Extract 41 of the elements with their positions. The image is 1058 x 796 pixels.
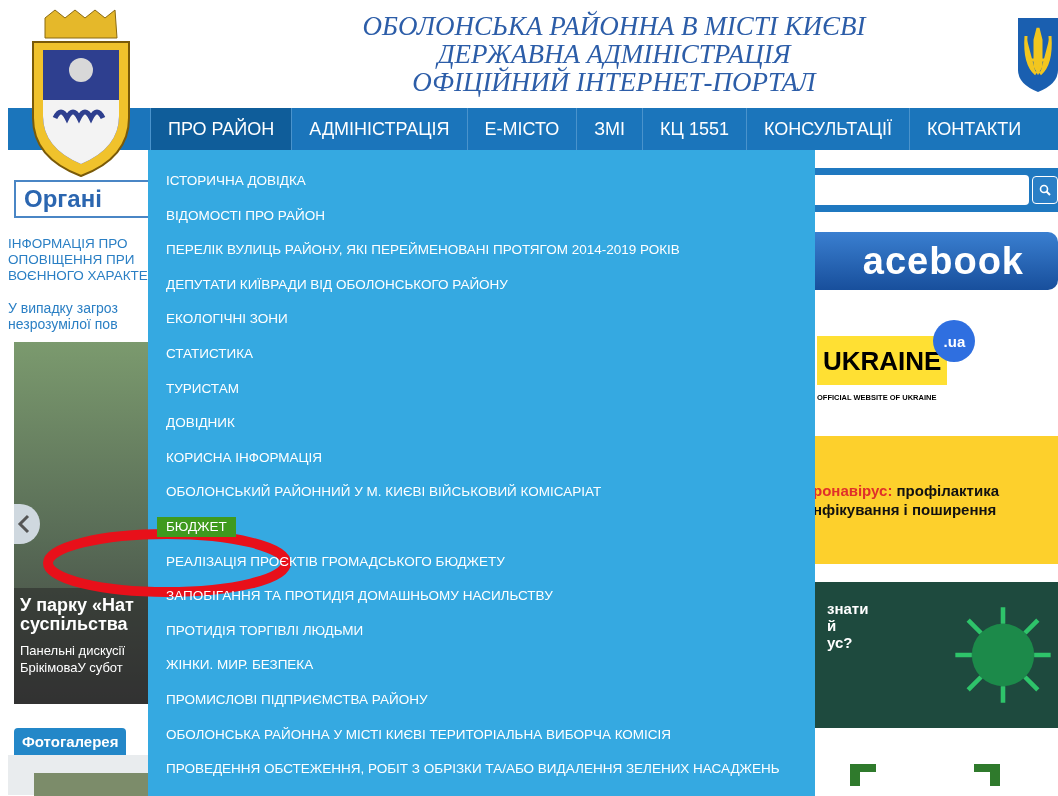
slide-text: БрікімоваУ субот [20,659,124,676]
gallery-tab[interactable]: Фотогалерея [14,728,127,755]
dropdown-item[interactable]: ОБОЛОНСЬКИЙ РАЙОННИЙ У М. КИЄВІ ВІЙСЬКОВИЙ КОМІСАРІАТ [157,482,611,503]
news-slide-photo[interactable]: У парку «Нат суспільства Панельні дискусії БрікімоваУ субот [14,342,148,704]
facebook-logo-text: acebook [862,239,1024,283]
info-link-text[interactable]: ОПОВІЩЕННЯ ПРИ [8,252,148,268]
notice-text: У випадку загроз [8,300,119,316]
site-title: ОФІЦІЙНИЙ ІНТЕРНЕТ-ПОРТАЛ [411,68,818,96]
dropdown-item[interactable]: ПРОВЕДЕННЯ ОБСТЕЖЕННЯ, РОБІТ З ОБРІЗКИ ТА/АБО ВИДАЛЕННЯ ЗЕЛЕНИХ НАСАДЖЕНЬ [157,759,789,780]
info-link-text[interactable]: ІНФОРМАЦІЯ ПРО [8,236,148,252]
bracket-logo-icon [850,764,1000,786]
search-button[interactable] [1032,176,1058,204]
info-link-text[interactable]: ВОЄННОГО ХАРАКТЕ [8,268,148,284]
dropdown-item[interactable]: ПЕРЕЛІК ВУЛИЦЬ РАЙОНУ, ЯКІ ПЕРЕЙМЕНОВАНІ ПРОТЯГОМ 2014-2019 РОКІВ [157,240,689,261]
site-title: ОБОЛОНСЬКА РАЙОННА В МІСТІ КИЄВІ [361,12,868,40]
banner-headline: знати [827,600,869,617]
dropdown-item[interactable]: ПРОМИСЛОВІ ПІДПРИЄМСТВА РАЙОНУ [157,689,437,710]
dropdown-item[interactable]: ТУРИСТАМ [157,378,248,399]
dropdown-item[interactable]: ВІДОМОСТІ ПРО РАЙОН [157,205,334,226]
notice-text: незрозумілої пов [8,316,119,332]
dropdown-item[interactable]: ОБОЛОНСЬКА РАЙОННА У МІСТІ КИЄВІ ТЕРИТОРІАЛЬНА ВИБОРЧА КОМІСІЯ [157,724,681,745]
dropdown-item[interactable]: БЮДЖЕТ [157,516,236,537]
dropdown-item[interactable]: ПРОТИДІЯ ТОРГІВЛІ ЛЮДЬМИ [157,620,373,641]
banner-headline: й [827,617,838,634]
slide-text: Панельні дискусії [20,642,127,659]
previous-arrow-icon[interactable] [14,504,40,544]
banner-headline: ронавірус: профілактика [813,481,1001,500]
site-title: ДЕРЖАВНА АДМІНІСТРАЦІЯ [435,40,793,68]
banner-headline: ус? [827,634,854,651]
dropdown-item[interactable]: КОРИСНА ІНФОРМАЦІЯ [157,447,332,468]
menu-tab[interactable]: КОНТАКТИ [909,108,1039,150]
dropdown-item[interactable]: СТАТИСТИКА [157,343,263,364]
slide-title[interactable]: У парку «Нат [20,596,148,615]
dropdown-item[interactable]: ДЕПУТАТИ КИЇВРАДИ ВІД ОБОЛОНСЬКОГО РАЙОНУ [157,274,517,295]
dropdown-item[interactable]: ДОВІДНИК [157,413,244,434]
dropdown-item[interactable]: ЖІНКИ. МИР. БЕЗПЕКА [157,655,323,676]
slide-title[interactable]: суспільства [20,615,148,634]
dropdown-item[interactable]: ЕКОЛОГІЧНІ ЗОНИ [157,309,297,330]
banner-headline: нфікування і поширення [813,500,998,519]
dropdown-item[interactable]: ІСТОРИЧНА ДОВІДКА [157,171,315,191]
search-icon [1039,184,1052,196]
